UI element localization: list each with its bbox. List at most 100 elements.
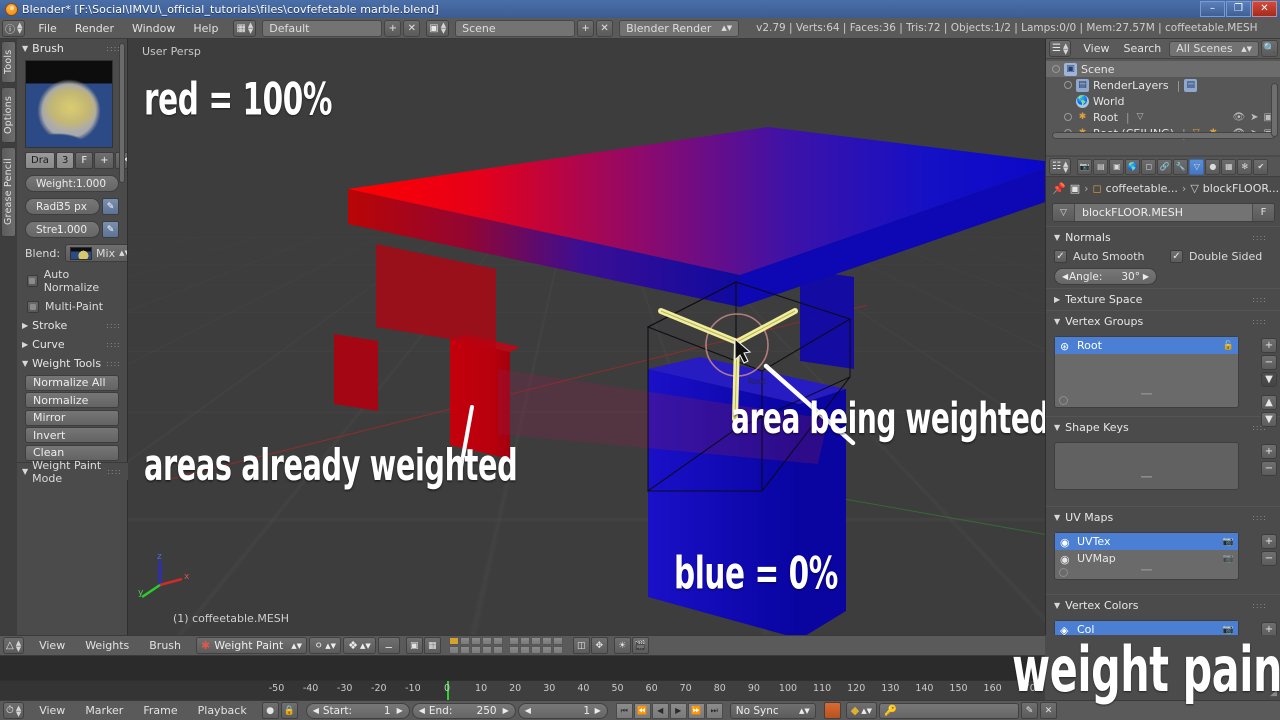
panel-header-weight-paint-mode[interactable]: ▼ Weight Paint Mode :::: [17,459,128,485]
outliner-horizontal-scrollbar[interactable] [1052,132,1275,139]
keyframe-type-dropdown[interactable]: ◆ ▲▼ [845,702,877,719]
uv-maps-list[interactable]: ◉ UVTex 📷 ◉ UVMap 📷 ━━ [1054,532,1239,580]
menu-render[interactable]: Render [66,19,123,38]
fake-user-toggle[interactable]: F [1252,204,1274,221]
move-vertex-group-down-button[interactable]: ▼ [1261,412,1277,427]
auto-normalize-toggle[interactable]: Auto Normalize [17,265,127,297]
start-frame-field[interactable]: ◀ Start: 1 ▶ [305,702,410,719]
list-filter-toggle[interactable] [1059,396,1068,405]
panel-header-texture-space[interactable]: ▶ Texture Space :::: [1046,288,1280,310]
brush-fake-user-toggle[interactable]: F [75,152,94,169]
jump-end-icon[interactable]: ⏭ [705,702,723,719]
pivot-point-dropdown[interactable]: ❖ ▲▼ [343,637,376,654]
timeline-menu-playback[interactable]: Playback [189,701,256,720]
jump-start-icon[interactable]: ⏮ [615,702,633,719]
delete-screen-layout-button[interactable]: ✕ [403,19,421,37]
properties-tab-world[interactable]: 🌎 [1125,158,1141,175]
toolshelf-scrollbar[interactable] [119,43,125,183]
pin-icon[interactable]: 📌 [1052,182,1066,195]
3d-viewport[interactable]: Root User Persp (1) coffeetable.MESH z x… [128,39,1045,635]
layer-cell[interactable] [481,646,492,654]
timeline-menu-frame[interactable]: Frame [134,701,186,720]
brush-preview-thumbnail[interactable] [25,60,114,148]
angle-slider[interactable]: ◀ Angle: 30° ▶ [1054,268,1157,285]
outliner-row-root[interactable]: ✱ Root | ▽ 👁 ➤ ▣ [1046,109,1280,125]
properties-tab-constraints[interactable]: 🔗 [1157,158,1173,175]
pressure-icon[interactable]: ✎ [102,198,119,215]
panel-header-stroke[interactable]: ▶ Stroke :::: [17,316,127,335]
layer-cell[interactable] [530,637,541,645]
properties-tab-physics[interactable]: ✔ [1253,158,1269,175]
timeline-ruler[interactable]: -50 -40 -30 -20 -10 0 10 20 30 40 50 60 70 80 90 100 110… [0,680,1045,701]
screen-layout-field[interactable]: Default [262,19,383,37]
editor-type-selector-properties[interactable]: ☷ ▲ ▼ [1049,158,1072,175]
vertex-group-item-root[interactable]: ⊛ Root 🔓 [1055,337,1238,354]
brush-name-field[interactable]: Dra [25,152,55,169]
layer-cell[interactable] [552,646,563,654]
move-vertex-group-up-button[interactable]: ▲ [1261,395,1277,410]
render-uv-icon[interactable]: 📷 [1223,554,1238,564]
viewport-menu-weights[interactable]: Weights [76,636,138,655]
properties-tab-scene[interactable]: ▣ [1109,158,1125,175]
auto-smooth-toggle[interactable]: ✓ Auto Smooth [1046,248,1162,265]
panel-header-normals[interactable]: ▼ Normals :::: [1046,226,1280,248]
chevron-right-icon[interactable]: ▶ [1143,272,1149,281]
properties-tab-particles[interactable]: ✻ [1237,158,1253,175]
editor-type-selector-outliner[interactable]: ☰ ▲ ▼ [1049,40,1072,57]
viewport-shading-dropdown[interactable]: ⚪ ▲▼ [309,637,342,654]
breadcrumb-mesh-label[interactable]: blockFLOOR.... [1203,182,1280,195]
timeline-menu-view[interactable]: View [30,701,74,720]
properties-tab-object-data[interactable]: ▽ [1189,158,1205,175]
layer-cell[interactable] [470,646,481,654]
record-icon[interactable]: ● [261,702,279,719]
blend-mode-dropdown[interactable]: Mix ▲▼ [65,244,127,262]
normalize-all-button[interactable]: Normalize All [25,374,119,391]
layer-cell[interactable] [508,646,519,654]
layer-cell[interactable] [541,646,552,654]
outliner-menu-search[interactable]: Search [1117,40,1167,57]
outliner-display-mode-dropdown[interactable]: All Scenes ▲▼ [1169,40,1259,57]
outliner-row-renderlayers[interactable]: ▤ RenderLayers | ▤ [1046,77,1280,93]
breadcrumb-object-label[interactable]: coffeetable... [1106,182,1178,195]
unlocked-icon[interactable]: 🔓 [1223,341,1238,351]
properties-tab-material[interactable]: ● [1205,158,1221,175]
render-engine-dropdown[interactable]: Blender Render ▲▼ [619,19,740,37]
outliner-menu-view[interactable]: View [1077,40,1115,57]
viewport-menu-view[interactable]: View [30,636,74,655]
layer-cell[interactable] [459,637,470,645]
layer-cell[interactable] [492,646,503,654]
cursor-select-icon[interactable]: ➤ [1250,112,1258,123]
layer-cell[interactable] [492,637,503,645]
list-resize-grip[interactable]: ━━ [1055,474,1238,484]
panel-header-weight-tools[interactable]: ▼ Weight Tools :::: [17,354,127,373]
maximize-button[interactable]: ❐ [1226,1,1251,17]
end-frame-field[interactable]: ◀ End: 250 ▶ [411,702,516,719]
panel-header-vertex-groups[interactable]: ▼ Vertex Groups :::: [1046,310,1280,332]
outliner-row-scene[interactable]: ▣ Scene [1046,61,1280,77]
vertex-group-specials-button[interactable]: ▼ [1261,372,1277,387]
play-icon[interactable]: ▶ [669,702,687,719]
strength-slider[interactable]: Stre: 1.000 [25,221,100,238]
prev-keyframe-icon[interactable]: ⏪ [633,702,651,719]
render-preview-icon[interactable]: ☀ [613,637,631,654]
menu-file[interactable]: File [29,19,65,38]
toolshelf-tab-options[interactable]: Options [1,87,16,143]
editor-type-selector-timeline[interactable]: ⏱ ▲ ▼ [3,702,25,719]
brush-new-button[interactable]: + [94,152,115,169]
chevron-left-icon[interactable]: ◀ [1062,272,1068,281]
delete-scene-button[interactable]: ✕ [596,19,614,37]
next-keyframe-icon[interactable]: ⏩ [687,702,705,719]
close-button[interactable]: ✕ [1252,1,1277,17]
add-screen-layout-button[interactable]: + [384,19,402,37]
mirror-button[interactable]: Mirror [25,409,119,426]
manipulator-icon[interactable]: ✥ [590,637,608,654]
chevron-right-icon[interactable]: ▶ [503,706,509,715]
outliner-row-world[interactable]: 🌎 World [1046,93,1280,109]
panel-header-shape-keys[interactable]: ▼ Shape Keys :::: [1046,416,1280,438]
scene-layers-widget[interactable] [448,637,563,654]
double-sided-toggle[interactable]: ✓ Double Sided [1162,248,1270,265]
remove-vertex-group-button[interactable]: − [1261,355,1277,370]
properties-tab-render[interactable]: 📷 [1077,158,1093,175]
current-frame-field[interactable]: ◀ 1 ▶ [517,702,608,719]
vertex-groups-list[interactable]: ⊛ Root 🔓 ━━ [1054,336,1239,408]
